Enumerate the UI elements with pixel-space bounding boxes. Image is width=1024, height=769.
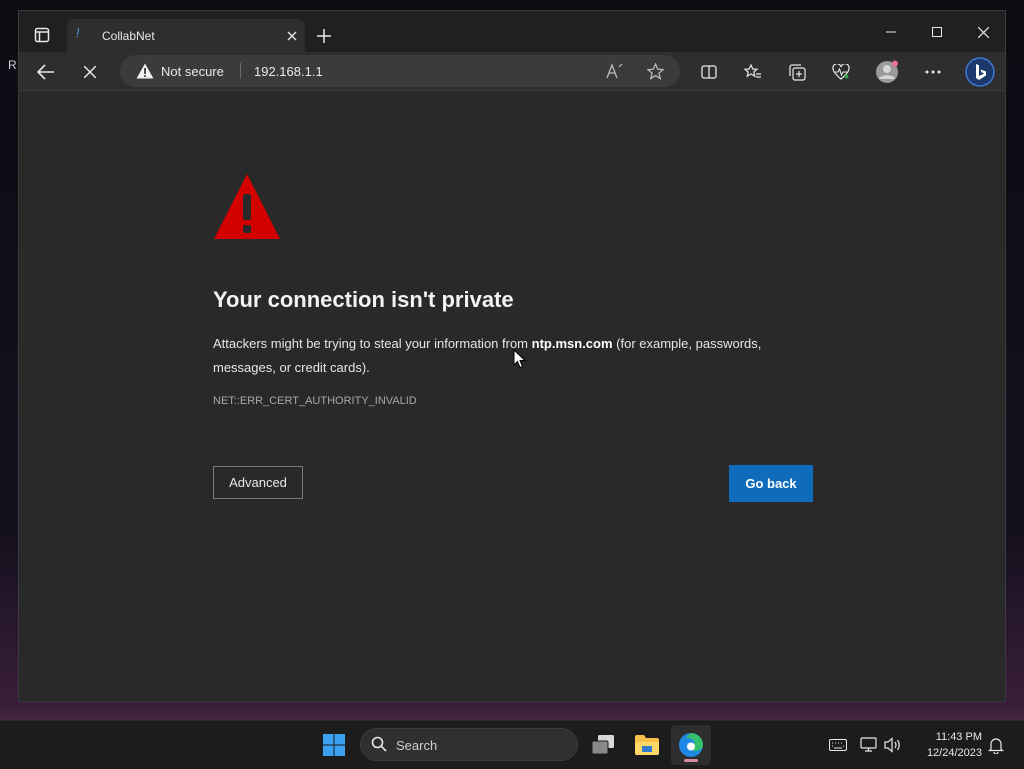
error-title: Your connection isn't private	[213, 287, 514, 312]
search-icon	[371, 736, 387, 752]
stop-icon	[84, 66, 96, 78]
desktop-label: R	[8, 58, 17, 72]
split-screen-button[interactable]	[696, 59, 722, 85]
read-aloud-icon	[606, 63, 623, 79]
tab-actions-button[interactable]	[28, 22, 56, 48]
warning-icon	[136, 63, 154, 79]
keyboard-icon	[829, 739, 847, 751]
go-back-button[interactable]: Go back	[729, 465, 813, 502]
page-content: Your connection isn't private Attackers …	[19, 91, 1005, 701]
bell-icon	[988, 737, 1004, 754]
browser-essentials-button[interactable]	[828, 59, 854, 85]
minimize-button[interactable]	[876, 21, 906, 43]
network-button[interactable]	[859, 735, 879, 755]
taskbar-clock[interactable]: 11:43 PM 12/24/2023	[912, 729, 982, 761]
notifications-button[interactable]	[986, 735, 1006, 755]
start-button[interactable]	[318, 729, 350, 761]
maximize-icon	[932, 27, 942, 37]
favorites-button[interactable]	[740, 59, 766, 85]
clock-time: 11:43 PM	[935, 731, 982, 743]
url-text[interactable]: 192.168.1.1	[254, 64, 323, 79]
browser-window: ! CollabNet Not secure 192.168.1.1 Your …	[18, 10, 1006, 702]
favorite-button[interactable]	[644, 60, 666, 82]
mouse-cursor-icon	[513, 349, 527, 369]
split-screen-icon	[701, 65, 717, 79]
folder-icon	[635, 735, 659, 755]
tab-close-button[interactable]	[283, 27, 301, 45]
collections-icon	[788, 63, 806, 81]
back-arrow-icon	[37, 64, 54, 80]
heart-pulse-icon	[832, 64, 850, 80]
tab-title: CollabNet	[102, 29, 155, 43]
close-window-button[interactable]	[968, 21, 998, 43]
avatar-icon	[876, 60, 898, 83]
warning-icon	[214, 174, 280, 239]
taskbar-search[interactable]: Search	[360, 728, 578, 761]
error-domain: ntp.msn.com	[531, 336, 613, 351]
collections-button[interactable]	[784, 59, 810, 85]
stop-loading-button[interactable]	[77, 59, 103, 85]
search-placeholder: Search	[396, 738, 438, 753]
settings-more-button[interactable]	[920, 59, 946, 85]
task-view-icon	[591, 735, 614, 755]
advanced-button[interactable]: Advanced	[213, 466, 303, 499]
edge-icon	[679, 733, 703, 757]
not-secure-label[interactable]: Not secure	[161, 64, 224, 79]
error-description-prefix: Attackers might be trying to steal your …	[213, 336, 532, 351]
new-tab-button[interactable]	[313, 25, 335, 47]
back-button[interactable]	[33, 59, 59, 85]
active-app-indicator	[684, 759, 698, 762]
title-bar: ! CollabNet	[19, 11, 1005, 52]
more-icon	[925, 70, 941, 74]
minimize-icon	[886, 31, 896, 33]
taskbar: Search 11:43 PM 12/24/2023	[0, 720, 1024, 769]
copilot-button[interactable]	[964, 56, 996, 88]
volume-icon	[884, 737, 900, 753]
plus-icon	[317, 29, 331, 43]
tab-favicon-icon: !	[76, 26, 80, 40]
star-icon	[646, 62, 664, 80]
network-icon	[860, 737, 877, 752]
address-bar[interactable]: Not secure 192.168.1.1	[120, 55, 680, 87]
close-icon	[287, 31, 297, 41]
favorites-icon	[744, 64, 761, 78]
file-explorer-button[interactable]	[631, 729, 663, 761]
volume-button[interactable]	[883, 735, 903, 755]
tab-actions-icon	[34, 27, 50, 43]
read-aloud-button[interactable]	[604, 60, 626, 82]
maximize-button[interactable]	[922, 21, 952, 43]
task-view-button[interactable]	[587, 729, 619, 761]
address-divider	[240, 63, 241, 79]
browser-toolbar: Not secure 192.168.1.1	[19, 52, 1005, 91]
clock-date: 12/24/2023	[926, 747, 982, 759]
profile-button[interactable]	[874, 59, 900, 85]
error-code[interactable]: NET::ERR_CERT_AUTHORITY_INVALID	[213, 395, 417, 407]
copilot-icon	[965, 57, 995, 87]
close-icon	[977, 26, 989, 38]
windows-logo-icon	[323, 734, 345, 756]
touch-keyboard-button[interactable]	[828, 735, 848, 755]
tab-collabnet[interactable]: ! CollabNet	[67, 19, 305, 52]
